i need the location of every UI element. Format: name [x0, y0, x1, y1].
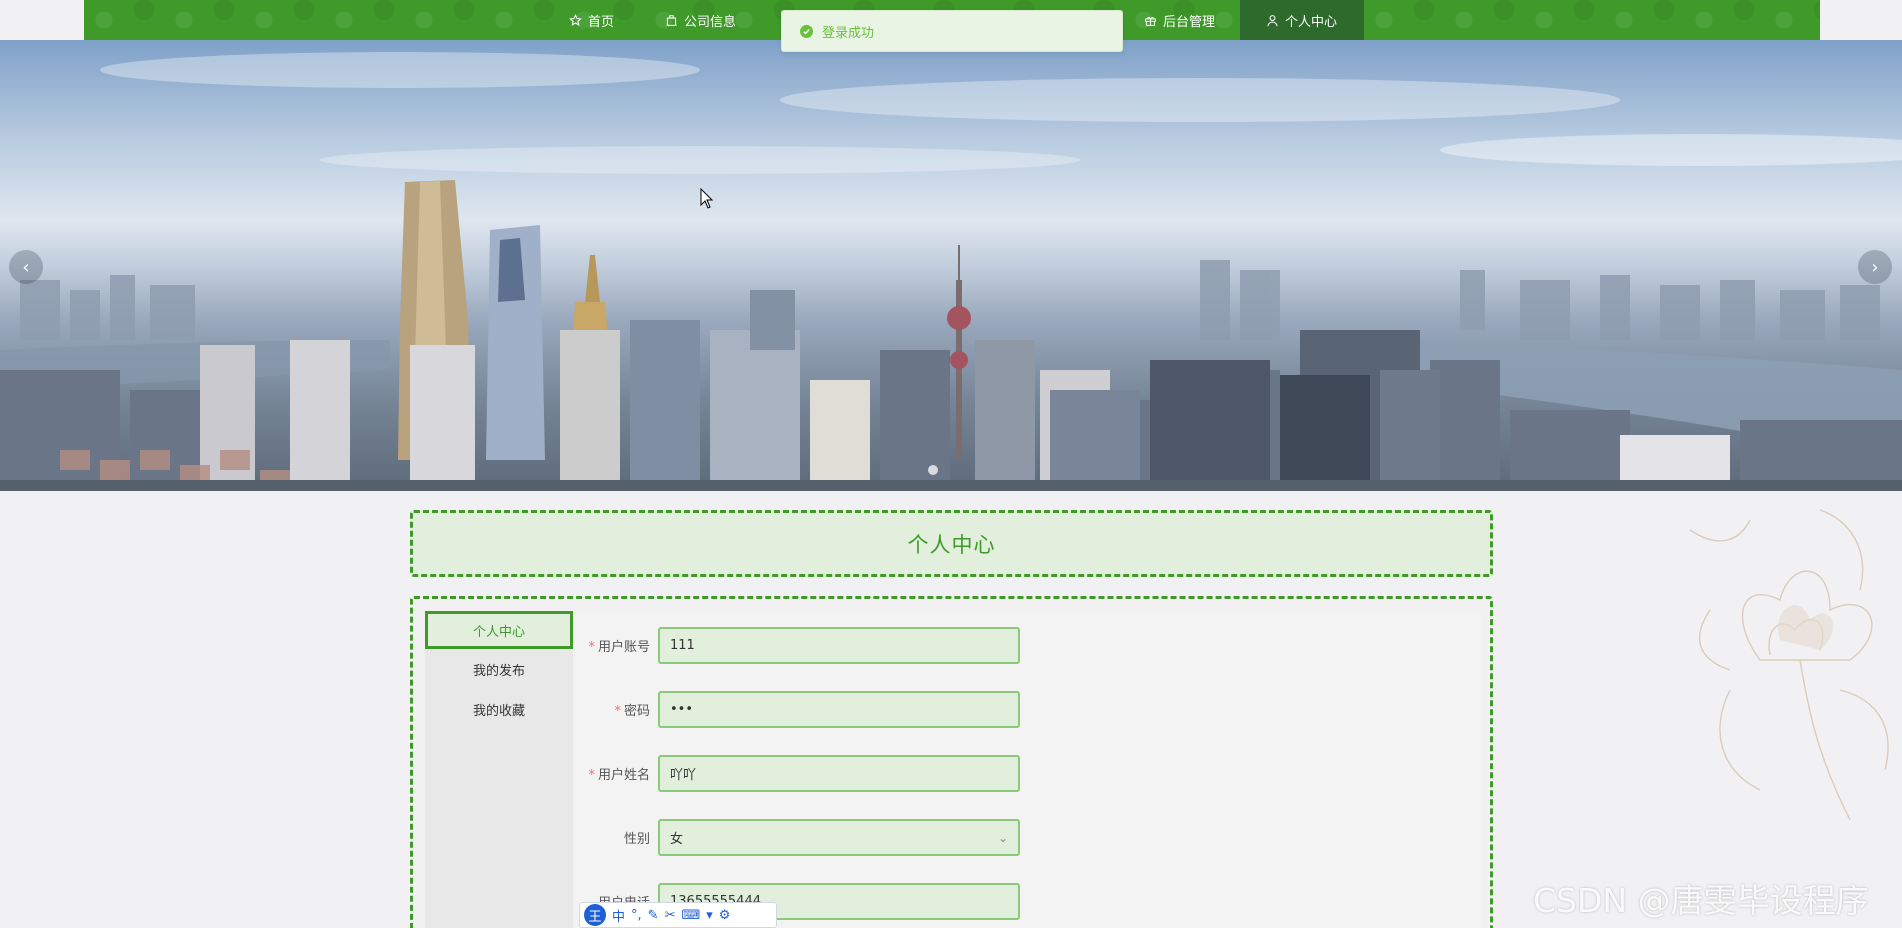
side-item-label: 我的发布 [472, 663, 525, 679]
password-label-text: 密码 [623, 704, 650, 719]
form-row-account: * 用户账号 111 [575, 627, 1020, 664]
password-input[interactable]: ••• [658, 691, 1020, 728]
gender-select[interactable]: 女 ⌄ [658, 819, 1020, 856]
form-row-name: * 用户姓名 吖吖 [575, 755, 1020, 792]
password-label: * 密码 [575, 700, 658, 719]
name-input[interactable]: 吖吖 [658, 755, 1020, 792]
nav-item-personal-center[interactable]: 个人中心 [1240, 0, 1364, 40]
account-value: 111 [670, 638, 695, 653]
carousel-indicator[interactable] [928, 465, 938, 475]
profile-form: *用户账号 111 *密码 ••• *用户姓名 吖吖 性别 女 ⌄ 用户电话 1… [575, 611, 1481, 928]
required-mark: * [614, 704, 621, 719]
name-label-text: 用户姓名 [597, 768, 650, 783]
side-item-label: 个人中心 [472, 624, 525, 640]
side-item-my-favorites[interactable]: 我的收藏 [425, 689, 573, 729]
check-circle-icon [800, 24, 813, 38]
page-title: 个人中心 [907, 532, 996, 557]
toast-message: 登录成功 [822, 25, 875, 41]
nav-label: 个人中心 [1285, 14, 1338, 30]
ime-logo-icon[interactable]: 王 [584, 904, 606, 926]
flower-decoration-image [1689, 509, 1889, 820]
ime-toolbar: 王 中 °, ✎ ✂ ⌨ ▾ ⚙ [579, 902, 777, 928]
name-label: * 用户姓名 [575, 764, 658, 783]
side-item-label: 我的收藏 [472, 703, 525, 719]
side-menu: 个人中心 我的发布 我的收藏 [425, 611, 573, 928]
ime-mode-button[interactable]: 中 [612, 906, 625, 925]
carousel-next-button[interactable]: › [1858, 250, 1892, 284]
gender-label-text: 性别 [623, 832, 650, 847]
banner-carousel[interactable]: ‹ › [0, 40, 1902, 491]
user-icon [1267, 14, 1278, 26]
gear-icon[interactable]: ⚙ [719, 908, 731, 923]
nav-label: 公司信息 [684, 14, 737, 30]
building-icon [666, 14, 677, 26]
keyboard-icon[interactable]: ⌨ [681, 908, 700, 923]
star-icon [569, 13, 582, 26]
side-item-personal-center[interactable]: 个人中心 [425, 611, 573, 649]
pen-icon[interactable]: ✎ [648, 908, 659, 923]
city-skyline-image [0, 52, 1902, 491]
required-mark: * [588, 768, 595, 783]
account-input[interactable]: 111 [658, 627, 1020, 664]
gift-icon [1145, 16, 1156, 26]
nav-label: 后台管理 [1163, 14, 1216, 30]
page-title-panel: 个人中心 [410, 510, 1493, 577]
account-label-text: 用户账号 [597, 640, 650, 655]
gender-label: 性别 [575, 828, 658, 847]
chevron-down-icon: ⌄ [997, 831, 1008, 845]
side-item-my-posts[interactable]: 我的发布 [425, 649, 573, 689]
password-value: ••• [670, 702, 694, 717]
carousel-prev-button[interactable]: ‹ [9, 250, 43, 284]
profile-panel: 个人中心 我的发布 我的收藏 * 用户账号 111 * 密码 ••• * 用户姓名 吖… [410, 596, 1493, 928]
name-value: 吖吖 [670, 768, 697, 783]
nav-item-admin[interactable]: 后台管理 [1118, 0, 1241, 40]
gender-value: 女 [670, 832, 684, 847]
mouse-cursor-icon [700, 188, 714, 209]
punctuation-icon[interactable]: °, [631, 908, 642, 923]
success-toast: 登录成功 [781, 10, 1123, 52]
account-label: * 用户账号 [575, 636, 658, 655]
form-row-gender: 性别 女 ⌄ [575, 819, 1020, 856]
watermark-text: CSDN @唐雯毕设程序 [1533, 881, 1869, 920]
scissors-icon[interactable]: ✂ [665, 908, 676, 923]
nav-label: 首页 [588, 14, 615, 30]
form-row-password: * 密码 ••• [575, 691, 1020, 728]
nav-item-company-info[interactable]: 公司信息 [639, 0, 762, 40]
nav-item-home[interactable]: 首页 [543, 0, 640, 40]
required-mark: * [588, 640, 595, 655]
shirt-icon[interactable]: ▾ [706, 908, 713, 923]
